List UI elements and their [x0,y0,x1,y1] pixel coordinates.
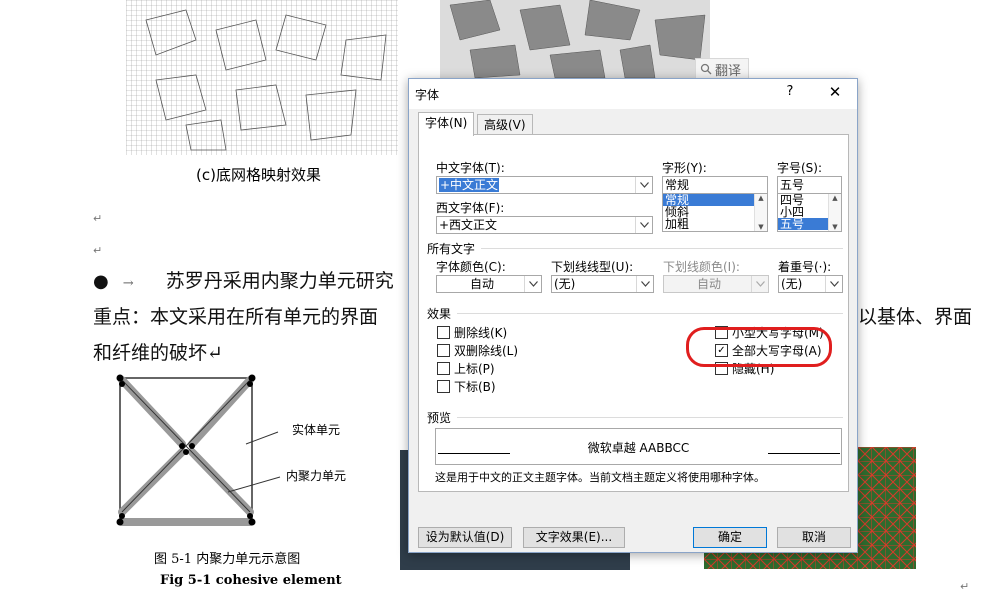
emphasis-value: (无) [781,277,803,291]
underline-type-value: (无) [554,277,576,291]
effects-group-label: 效果 [427,307,452,321]
preview-note: 这是用于中文的正文主题字体。当前文档主题定义将使用哪种字体。 [435,471,765,484]
west-font-value: +西文正文 [439,218,498,232]
all-text-group-label: 所有文字 [427,242,476,256]
cancel-button[interactable]: 取消 [777,527,851,548]
text-effects-button[interactable]: 文字效果(E)... [523,527,625,548]
double-strikethrough-checkbox[interactable]: 双删除线(L) [437,342,518,359]
font-color-value: 自动 [469,277,494,291]
underline-color-combo[interactable]: 自动 [663,275,769,293]
style-option-bold[interactable]: 加粗 [663,218,767,230]
cohesive-element-diagram [116,374,281,526]
set-default-button[interactable]: 设为默认值(D) [418,527,512,548]
highlight-ring [686,327,832,367]
body-text-line1: 苏罗丹采用内聚力单元研究 [165,270,394,292]
paragraph-mark: ↵ [960,580,970,593]
group-divider [457,313,843,314]
size-input[interactable]: 五号 [777,176,842,194]
paragraph-mark: ↵ [93,244,103,257]
body-text-line2: 重点：本文采用在所有单元的界面 [93,306,379,328]
preview-group-label: 预览 [427,411,452,425]
preview-sample-text: 微软卓越 AABBCC [587,441,690,455]
underline-type-combo[interactable]: (无) [551,275,654,293]
size-listbox[interactable]: 四号 小四 五号 ▲ ▼ [777,193,842,232]
chevron-down-icon [825,276,842,292]
font-dialog: 字体 ? ✕ 字体(N) 高级(V) 中文字体(T): +中文正文 西文字体(F… [408,78,858,553]
scroll-up-icon[interactable]: ▲ [832,194,837,202]
bullet-icon: ● [93,271,109,292]
underline-color-label: 下划线颜色(I): [663,260,740,274]
ok-button[interactable]: 确定 [693,527,767,548]
search-icon [700,63,712,75]
strikethrough-label: 删除线(K) [454,326,508,340]
strikethrough-checkbox[interactable]: 删除线(K) [437,324,507,341]
underline-color-value: 自动 [696,277,721,291]
scroll-down-icon[interactable]: ▼ [758,223,763,231]
double-strikethrough-label: 双删除线(L) [454,344,519,358]
underline-type-label: 下划线线型(U): [551,260,634,274]
label-solid-element: 实体单元 [292,423,341,437]
particle-figure [440,0,710,78]
chevron-down-icon [635,177,652,193]
group-divider [481,248,843,249]
translate-label: 翻译 [715,63,742,79]
cn-font-value: +中文正文 [439,178,500,192]
superscript-checkbox[interactable]: 上标(P) [437,360,495,377]
subscript-label: 下标(B) [454,380,496,394]
chevron-down-icon [636,276,653,292]
tab-arrow: → [122,276,134,291]
paragraph-mark: ↵ [93,212,103,225]
chevron-down-icon [751,276,768,292]
west-font-combo[interactable]: +西文正文 [436,216,653,234]
group-divider [457,417,843,418]
figure-caption-cn: 图 5-1 内聚力单元示意图 [154,552,301,567]
style-label: 字形(Y): [662,161,707,175]
figure-caption-en: Fig 5-1 cohesive element [160,573,342,588]
checkbox-box[interactable] [437,326,450,339]
superscript-label: 上标(P) [454,362,495,376]
tab-advanced[interactable]: 高级(V) [477,114,533,135]
style-listbox[interactable]: 常规 倾斜 加粗 ▲ ▼ [662,193,768,232]
emphasis-combo[interactable]: (无) [778,275,843,293]
size-label: 字号(S): [777,161,823,175]
chevron-down-icon [635,217,652,233]
bullet-paragraph: ● → 苏罗丹采用内聚力单元研究 [93,266,394,293]
scroll-up-icon[interactable]: ▲ [758,194,763,202]
help-button[interactable]: ? [779,84,801,104]
style-input[interactable]: 常规 [662,176,768,194]
figure-caption-c: (c)底网格映射效果 [196,166,321,184]
scroll-down-icon[interactable]: ▼ [832,223,837,231]
dialog-title: 字体 [415,88,440,102]
subscript-checkbox[interactable]: 下标(B) [437,378,496,395]
body-text-line2-right: 以基体、界面 [858,306,973,328]
grid-mapping-figure [126,0,398,155]
label-cohesive-element: 内聚力单元 [286,469,347,483]
west-font-label: 西文字体(F): [436,201,505,215]
chevron-down-icon [524,276,541,292]
preview-box: 微软卓越 AABBCC [435,428,842,465]
body-text-line3: 和纤维的破坏↵ [93,342,223,364]
font-color-label: 字体颜色(C): [436,260,506,274]
font-color-combo[interactable]: 自动 [436,275,542,293]
translate-button[interactable]: 翻译 [695,58,749,80]
emphasis-label: 着重号(·): [778,260,832,274]
cn-font-label: 中文字体(T): [436,161,505,175]
tab-font[interactable]: 字体(N) [418,112,475,136]
checkbox-box[interactable] [437,362,450,375]
size-scrollbar[interactable]: ▲ ▼ [828,194,841,231]
style-scrollbar[interactable]: ▲ ▼ [754,194,767,231]
cn-font-combo[interactable]: +中文正文 [436,176,653,194]
close-button[interactable]: ✕ [823,83,847,105]
checkbox-box[interactable] [437,344,450,357]
checkbox-box[interactable] [437,380,450,393]
dialog-titlebar[interactable]: 字体 ? ✕ [409,79,857,109]
